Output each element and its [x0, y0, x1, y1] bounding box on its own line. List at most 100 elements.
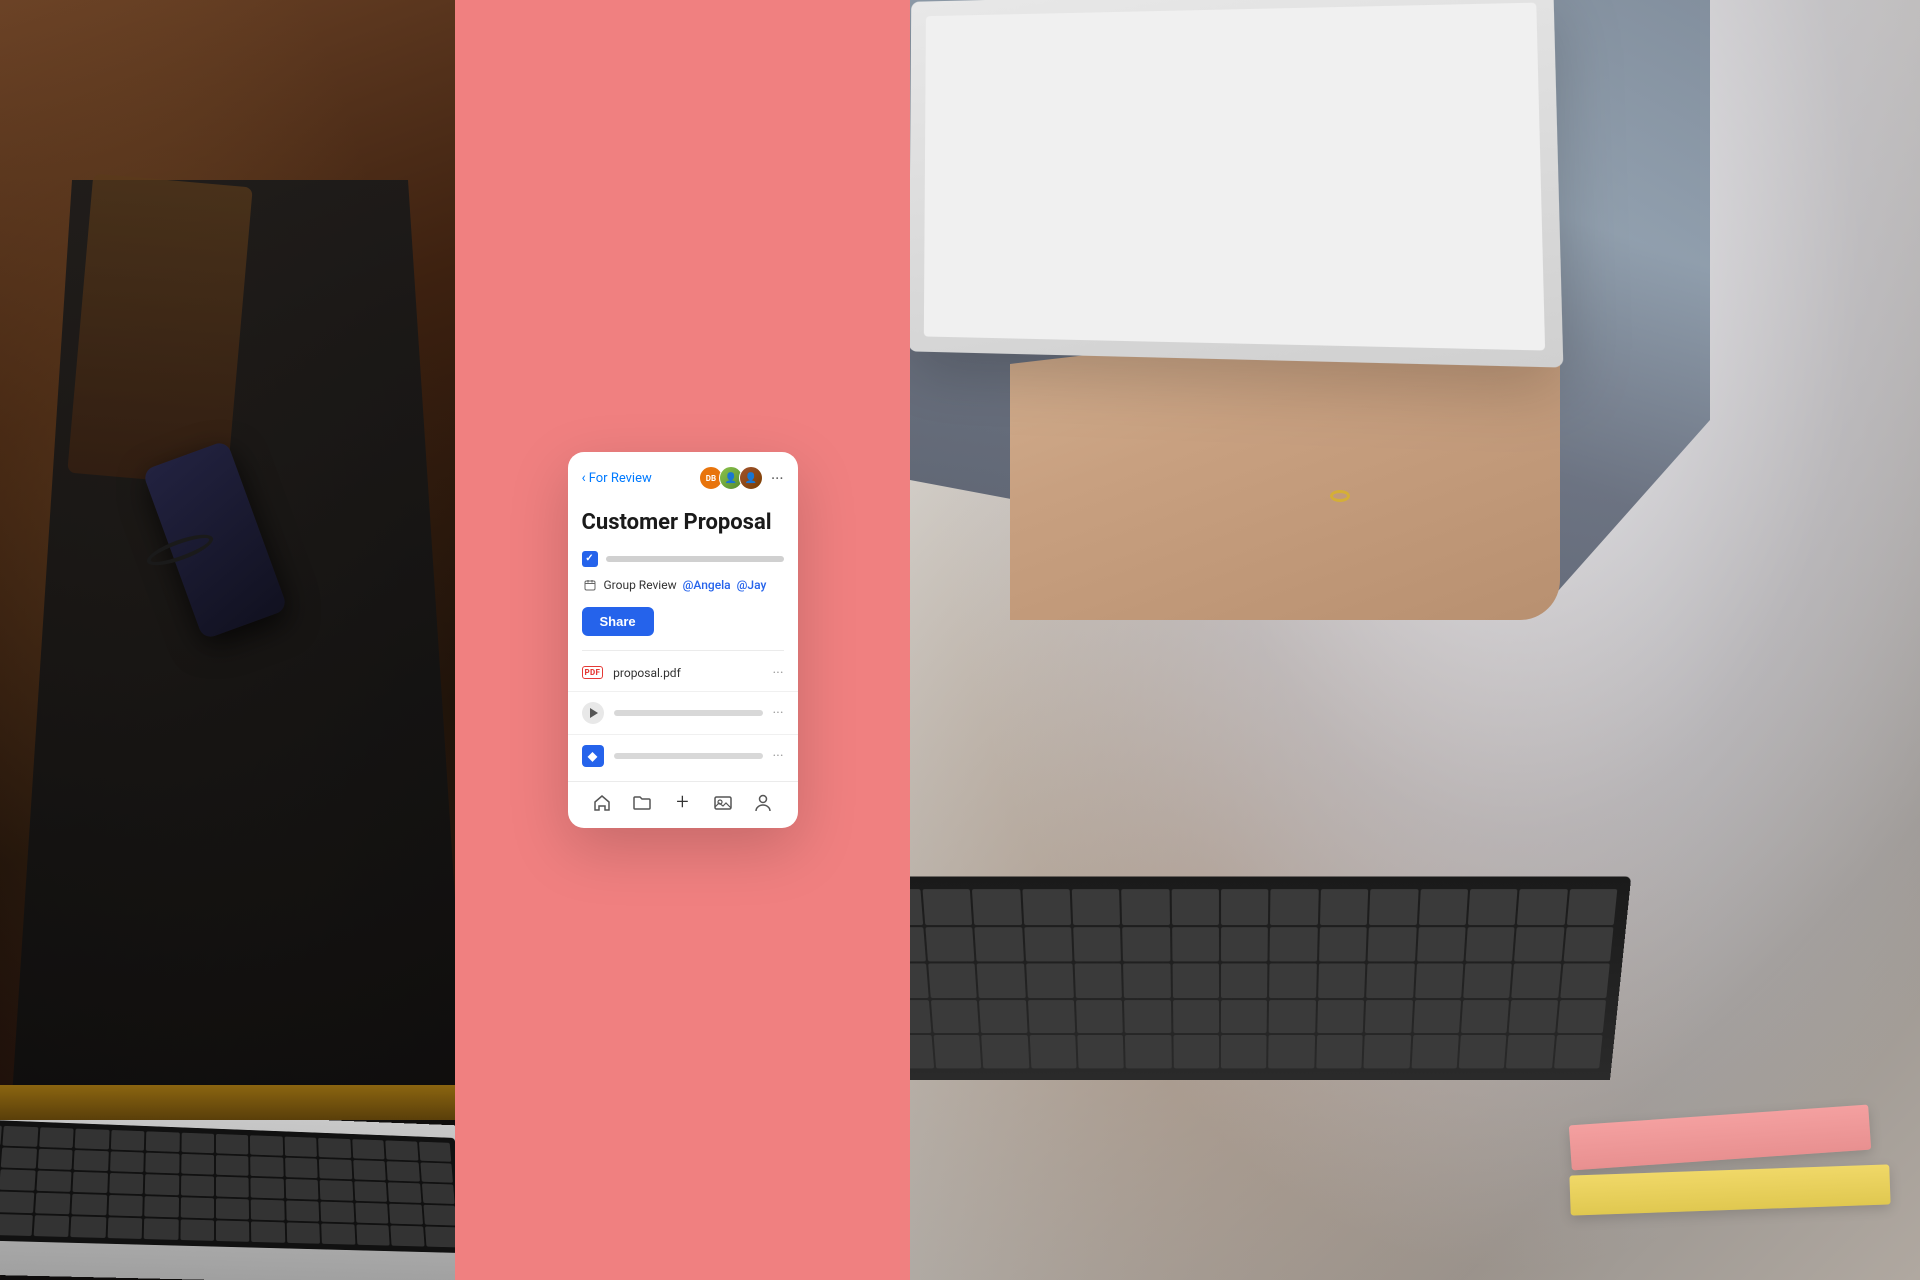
keyboard-key: [109, 1173, 143, 1194]
keyboard-key: [974, 927, 1023, 962]
keyboard-key: [39, 1127, 74, 1148]
keyboard: [0, 1119, 455, 1253]
keyboard-key: [33, 1215, 69, 1237]
table-edge: [0, 1085, 455, 1120]
task-row[interactable]: [568, 545, 798, 573]
dropbox-icon: ◆: [582, 745, 604, 767]
keyboard-key: [1316, 1035, 1363, 1068]
keyboard-key: [419, 1142, 452, 1162]
keyboard-key: [1463, 964, 1512, 998]
keyboard-key: [1459, 1035, 1507, 1068]
keyboard-key: [354, 1181, 387, 1202]
play-icon: [582, 702, 604, 724]
keyboard-key: [1270, 889, 1318, 925]
keyboard-key: [251, 1199, 284, 1220]
keyboard-key: [0, 1214, 33, 1236]
keyboard-key: [972, 889, 1022, 925]
keyboard-key: [284, 1137, 317, 1157]
keyboard-key: [216, 1134, 249, 1155]
keyboard-key: [1172, 964, 1219, 998]
keyboard-key: [928, 964, 977, 998]
keyboard-key: [1022, 889, 1071, 925]
keyboard-key: [1411, 1035, 1459, 1068]
file-more-video[interactable]: ···: [773, 705, 784, 721]
keyboard-key: [0, 1169, 36, 1190]
keyboard-key: [1072, 889, 1121, 925]
keyboard-key: [1557, 1000, 1606, 1034]
keyboard-key: [1270, 927, 1318, 962]
nav-person[interactable]: [752, 792, 774, 814]
group-review-row: Group Review @Angela @Jay: [568, 573, 798, 603]
more-button[interactable]: ···: [771, 469, 784, 488]
keyboard-key: [1560, 964, 1610, 998]
keyboard-key: [388, 1182, 421, 1203]
keyboard-key: [1221, 1000, 1267, 1034]
keyboard-key: [36, 1171, 71, 1192]
keyboard-key: [145, 1153, 179, 1174]
task-checkbox[interactable]: [582, 551, 598, 567]
keyboard-key: [1506, 1035, 1554, 1068]
keyboard-key: [1269, 1035, 1315, 1068]
keyboard-key: [1461, 1000, 1509, 1034]
keyboard-key: [1171, 889, 1219, 925]
keyboard-key: [420, 1162, 453, 1182]
keyboard-key: [356, 1224, 390, 1245]
keyboard-key: [1221, 927, 1268, 962]
keyboard-key: [181, 1175, 214, 1196]
keyboard-key: [910, 964, 928, 998]
keyboard-key: [107, 1217, 142, 1239]
keyboard-key: [1221, 1035, 1267, 1068]
left-panel: [0, 0, 455, 1280]
keyboard-key: [425, 1226, 455, 1247]
keyboard-key: [0, 1192, 34, 1214]
keyboard-key: [181, 1133, 214, 1154]
nav-home[interactable]: [591, 792, 613, 814]
nav-folder[interactable]: [631, 792, 653, 814]
keyboard-key: [1173, 1035, 1219, 1068]
file-row-video[interactable]: ···: [568, 692, 798, 735]
right-keyboard: [910, 876, 1631, 1080]
keyboard-key: [933, 1035, 981, 1068]
keyboard-key: [1024, 927, 1073, 962]
keyboard-key: [1554, 1035, 1603, 1068]
keyboard-key: [389, 1204, 422, 1225]
keyboard-key: [422, 1183, 455, 1204]
keyboard-key: [320, 1180, 353, 1201]
keyboard-key: [38, 1149, 73, 1170]
file-list: PDF proposal.pdf ··· ··· ◆ ···: [568, 651, 798, 781]
file-more-pdf[interactable]: ···: [773, 665, 784, 681]
keyboard-key: [355, 1203, 388, 1224]
keyboard-key: [145, 1174, 179, 1195]
share-button[interactable]: Share: [582, 607, 654, 636]
keyboard-key: [1413, 1000, 1461, 1034]
keyboard-key: [1122, 927, 1170, 962]
keyboard-key: [1121, 889, 1169, 925]
avatar-group: DB 👤 👤: [699, 466, 763, 490]
keyboard-key: [1468, 889, 1518, 925]
nav-photo[interactable]: [712, 792, 734, 814]
screen-content: [924, 3, 1545, 351]
file-row-pdf[interactable]: PDF proposal.pdf ···: [568, 655, 798, 692]
keyboard-key: [1269, 964, 1316, 998]
file-more-dropbox[interactable]: ···: [773, 748, 784, 764]
keyboard-key: [910, 889, 923, 925]
card-header: ‹ For Review DB 👤 👤 ···: [568, 452, 798, 500]
task-bar: [606, 556, 784, 562]
bottom-nav: +: [568, 781, 798, 828]
ring: [1330, 490, 1350, 502]
keyboard-key: [286, 1200, 319, 1221]
keyboard-key: [251, 1221, 285, 1242]
keyboard-key: [1418, 889, 1468, 925]
keyboard-key: [1076, 1000, 1123, 1034]
keyboard-key: [1365, 1000, 1413, 1034]
nav-add[interactable]: +: [671, 792, 693, 814]
chair-back: [67, 174, 253, 487]
mention-angela[interactable]: @Angela: [683, 578, 731, 592]
mention-jay[interactable]: @Jay: [737, 578, 767, 592]
back-button[interactable]: ‹ For Review: [582, 470, 652, 486]
keyboard-key: [1317, 1000, 1364, 1034]
keyboard-key: [1366, 964, 1414, 998]
file-row-dropbox[interactable]: ◆ ···: [568, 735, 798, 777]
file-name-pdf: proposal.pdf: [613, 666, 762, 680]
keyboard-key: [180, 1197, 214, 1218]
